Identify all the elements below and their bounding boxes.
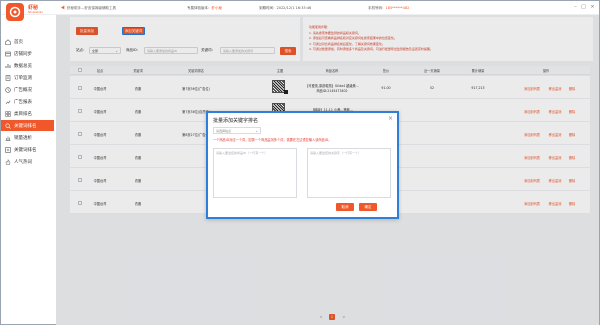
modal-title: 批量添加关键字排名 — [213, 118, 259, 124]
close-window-icon[interactable]: × — [590, 5, 595, 10]
speaker-icon — [61, 5, 65, 10]
confirm-button[interactable]: 确定 — [359, 203, 377, 211]
home-icon — [5, 38, 11, 45]
top-bar: 虾秘 Shopeemax 虾秘助手—虾皮保姆级辅助工具 专属体验版本：虾小秘 到… — [1, 1, 599, 21]
sidebar-item-order-monitor[interactable]: 订单监测 — [1, 72, 54, 83]
expire-time: 到期时间：2022/12/1 16:33:46 — [259, 6, 312, 10]
user-phone: 185******482 — [385, 6, 410, 10]
version-label: 专属体验版本： — [187, 6, 212, 10]
sidebar-item-ad-overview[interactable]: 广告概况 — [1, 84, 54, 95]
sidebar-item-store-sync[interactable]: 店铺同步 — [1, 48, 54, 59]
sidebar-item-sales-analysis[interactable]: 销量透析 — [1, 132, 54, 143]
hot-icon — [5, 158, 11, 165]
user-info: 手机号码：185******482 — [368, 6, 409, 11]
sidebar: 首页 店铺同步 数据总览 订单监测 广告概况 广告报表 类目排名 关键词排名 销… — [1, 24, 54, 324]
chevron-down-icon: ⌄ — [255, 128, 258, 133]
cancel-button[interactable]: 取消 — [336, 203, 354, 211]
logo-subtext: Shopeemax — [28, 11, 43, 14]
chart-icon — [5, 63, 11, 69]
logo-text: 虾秘 — [28, 5, 39, 11]
sidebar-item-label: 关键词排名 — [14, 123, 37, 129]
sidebar-item-keyword-rank[interactable]: 关键词排名 — [1, 120, 54, 131]
sidebar-item-data-overview[interactable]: 数据总览 — [1, 60, 54, 71]
ad-icon — [5, 86, 11, 93]
app-window: 虾秘 Shopeemax 虾秘助手—虾皮保姆级辅助工具 专属体验版本：虾小秘 到… — [0, 0, 600, 325]
close-icon[interactable]: × — [388, 116, 393, 122]
sidebar-item-label: 数据总览 — [14, 63, 32, 69]
announcement-text: 虾秘助手—虾皮保姆级辅助工具 — [67, 6, 116, 10]
sidebar-item-keyword-rank-2[interactable]: 关键词排名 — [1, 144, 54, 155]
maximize-icon[interactable]: □ — [581, 5, 586, 10]
minimize-icon[interactable]: – — [573, 5, 578, 10]
sidebar-item-label: 关键词排名 — [14, 147, 37, 153]
version-tag: 虾小秘 — [211, 6, 223, 10]
batch-add-keyword-modal: 批量添加关键字排名 × 请选择站点 ⌄ 一个商品ID对应一个词，如需一个商品监测… — [206, 111, 399, 219]
sidebar-item-label: 广告概况 — [14, 87, 32, 93]
report-icon — [5, 99, 11, 105]
sidebar-item-label: 人气热词 — [14, 159, 32, 165]
modal-warning: 一个商品ID对应一个词，如需一个商品监测多个词，需要在左边重复输入该商品ID。 — [213, 138, 332, 142]
modal-site-select[interactable]: 请选择站点 ⌄ — [213, 127, 261, 134]
sidebar-item-label: 首页 — [14, 39, 23, 45]
keyword-icon — [5, 122, 11, 129]
user-label: 手机号码： — [368, 6, 386, 10]
logo-icon — [9, 6, 21, 18]
app-logo — [6, 3, 24, 21]
sidebar-item-home[interactable]: 首页 — [1, 36, 54, 47]
sidebar-item-category-rank[interactable]: 类目排名 — [1, 108, 54, 119]
sidebar-item-label: 订单监测 — [14, 75, 32, 81]
sidebar-item-label: 销量透析 — [14, 135, 32, 141]
sidebar-item-ad-report[interactable]: 广告报表 — [1, 96, 54, 107]
keyword-textarea[interactable]: 请输入要监控的关键字（一行写一个） — [307, 148, 391, 198]
sidebar-item-label: 广告报表 — [14, 99, 32, 105]
sales-icon — [5, 135, 11, 141]
modal-site-placeholder: 请选择站点 — [216, 128, 232, 133]
version-info: 专属体验版本：虾小秘 — [187, 6, 222, 11]
product-id-textarea[interactable]: 请输入要监控的商品ID（一行写一个） — [213, 148, 297, 198]
sidebar-item-label: 店铺同步 — [14, 51, 32, 57]
sync-icon — [5, 51, 11, 57]
sidebar-item-hot-words[interactable]: 人气热词 — [1, 156, 54, 167]
sidebar-item-label: 类目排名 — [14, 111, 32, 117]
rank-icon — [5, 146, 11, 153]
order-icon — [5, 74, 11, 81]
category-icon — [5, 110, 11, 117]
